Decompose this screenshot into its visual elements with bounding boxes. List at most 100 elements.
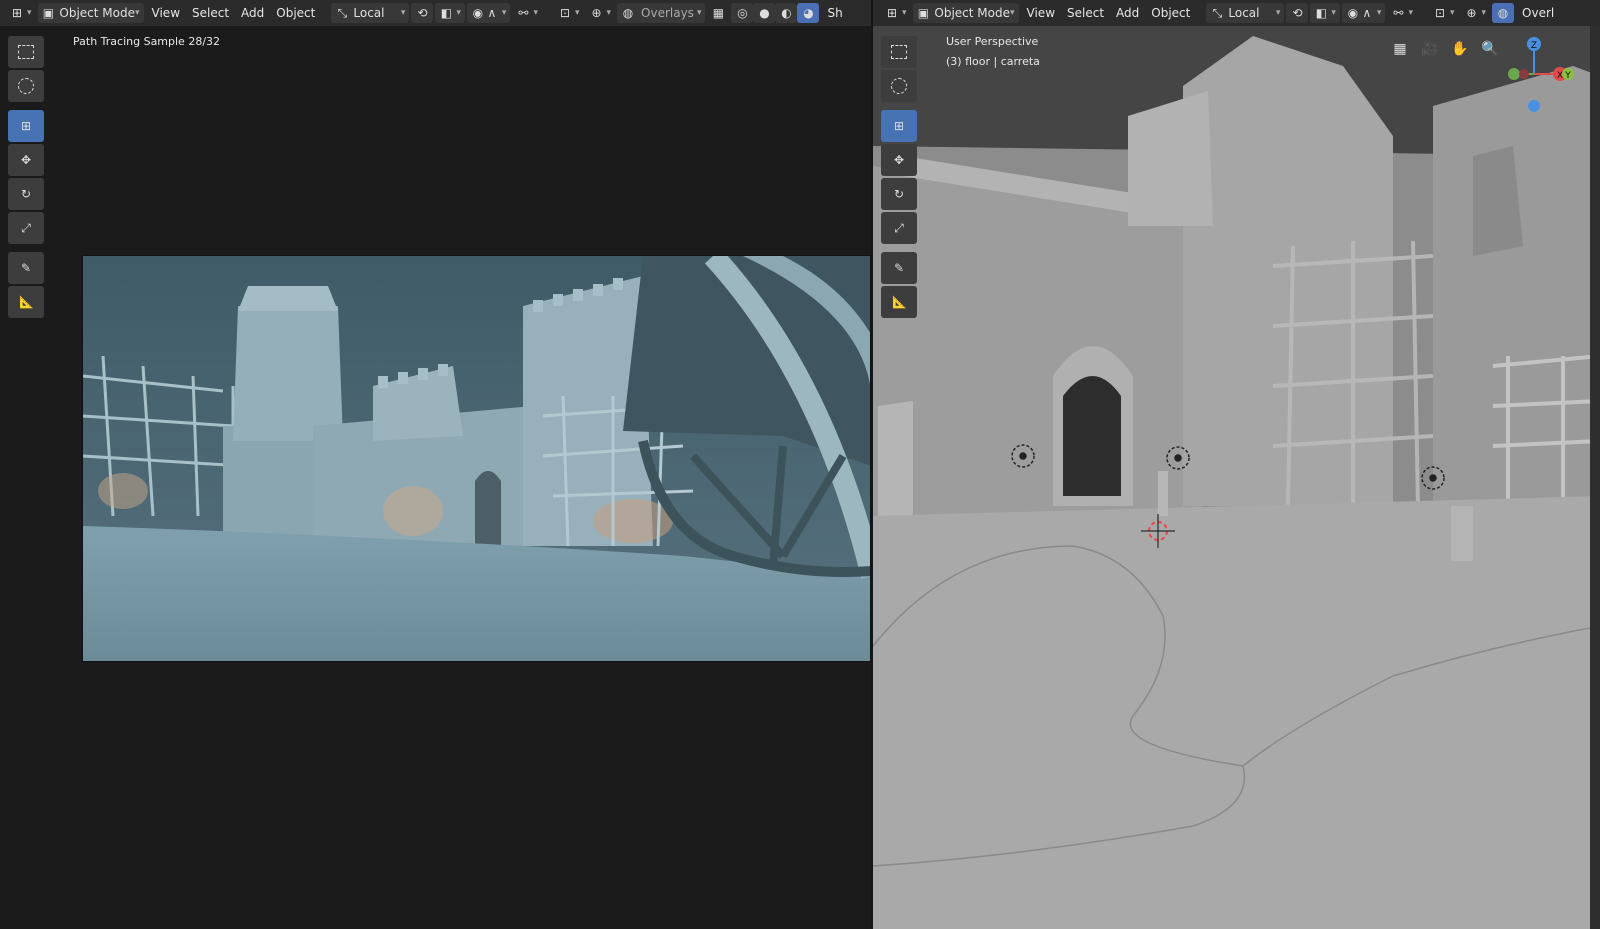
snap-button[interactable]: ◧ ▾ [1310, 3, 1340, 23]
pivot-button[interactable]: ⟲ [411, 3, 434, 23]
cursor-icon [18, 78, 34, 94]
gizmo-x-label: X [1557, 71, 1563, 81]
hand-icon: ✋ [1451, 41, 1469, 57]
xray-toggle[interactable]: ▦ [707, 3, 729, 23]
object-mode-icon: ▣ [42, 6, 55, 20]
gizmo-icon: ⊕ [1466, 6, 1477, 20]
gizmos-button[interactable]: ⊕ ▾ [586, 3, 616, 23]
tool-select-box[interactable] [881, 36, 917, 68]
camera-view-button[interactable]: 🎥 [1417, 36, 1443, 62]
gizmo-z-label: Z [1531, 41, 1537, 51]
transform-icon: ⊞ [893, 119, 905, 133]
visibility-icon: ⊡ [1434, 6, 1445, 20]
annotate-icon: ✎ [893, 261, 905, 275]
camera-icon: 🎥 [1421, 41, 1439, 57]
proportional-icon: ◉ [472, 6, 484, 20]
gizmo-icon: ⊕ [591, 6, 602, 20]
scale-icon: ⤢ [894, 221, 904, 235]
pivot-button[interactable]: ⟲ [1286, 3, 1309, 23]
rotate-icon: ↻ [20, 187, 32, 201]
tool-transform[interactable]: ⊞ [8, 110, 44, 142]
menu-object[interactable]: Object [270, 3, 321, 23]
shading-rendered-button[interactable]: ◕ [797, 3, 820, 23]
pan-view-button[interactable]: ✋ [1447, 36, 1473, 62]
object-types-button[interactable]: ⊡ ▾ [554, 3, 584, 23]
tool-transform[interactable]: ⊞ [881, 110, 917, 142]
transform-orientation-dropdown[interactable]: ⤡ Local ▾ [1206, 3, 1285, 23]
solid-scene [873, 26, 1600, 929]
zoom-icon: 🔍 [1481, 41, 1499, 57]
object-mode-icon: ▣ [917, 6, 930, 20]
snap-icon: ◧ [440, 6, 453, 20]
axis-gizmo-icon: Z X Y [1508, 37, 1574, 112]
menu-select[interactable]: Select [186, 3, 235, 23]
gizmo-options-button[interactable]: ⚯ ▾ [512, 3, 542, 23]
orientation-icon: ⤡ [337, 6, 348, 20]
navigation-gizmo[interactable]: Z X Y [1498, 34, 1578, 114]
editor-type-button[interactable]: ⊞ ▾ [6, 3, 36, 23]
tool-annotate[interactable]: ✎ [8, 252, 44, 284]
overlays-toggle[interactable]: ◍ Overlays ▾ [617, 3, 706, 23]
object-label: (3) floor | carreta [946, 55, 1040, 68]
toggle-perspective-button[interactable]: ▦ [1387, 36, 1413, 62]
viewport-icon: ⊞ [886, 6, 898, 20]
xray-icon: ▦ [712, 6, 725, 20]
tool-measure[interactable]: 📐 [8, 286, 44, 318]
tool-move[interactable]: ✥ [881, 144, 917, 176]
render-preview [82, 255, 871, 662]
tool-rotate[interactable]: ↻ [8, 178, 44, 210]
menu-add[interactable]: Add [1110, 3, 1145, 23]
tool-rotate[interactable]: ↻ [881, 178, 917, 210]
object-types-button[interactable]: ⊡ ▾ [1429, 3, 1459, 23]
falloff-icon: ∧ [1362, 6, 1372, 20]
tool-scale[interactable]: ⤢ [881, 212, 917, 244]
mode-dropdown[interactable]: ▣ Object Mode ▾ [37, 3, 144, 23]
solid-scene-drawing [873, 26, 1600, 929]
tool-cursor[interactable] [881, 70, 917, 102]
proportional-edit-button[interactable]: ◉ ∧ ▾ [466, 3, 511, 23]
editor-type-button[interactable]: ⊞ ▾ [881, 3, 911, 23]
tool-move[interactable]: ✥ [8, 144, 44, 176]
menu-object[interactable]: Object [1145, 3, 1196, 23]
link-icon: ⚯ [518, 6, 529, 20]
link-icon: ⚯ [1393, 6, 1404, 20]
grid-icon: ▦ [1393, 41, 1407, 57]
orientation-label: Local [353, 6, 385, 20]
mode-dropdown[interactable]: ▣ Object Mode ▾ [912, 3, 1019, 23]
right-viewport[interactable]: ⊞ ▾ ▣ Object Mode ▾ View Select Add Objec… [873, 0, 1600, 929]
tool-annotate[interactable]: ✎ [881, 252, 917, 284]
menu-view[interactable]: View [146, 3, 186, 23]
annotate-icon: ✎ [20, 261, 32, 275]
menu-select[interactable]: Select [1061, 3, 1110, 23]
overlays-toggle[interactable]: ◍ [1492, 3, 1515, 23]
gizmo-options-button[interactable]: ⚯ ▾ [1387, 3, 1417, 23]
snap-icon: ◧ [1315, 6, 1328, 20]
shading-popover[interactable]: Sh [821, 3, 848, 23]
tool-scale[interactable]: ⤢ [8, 212, 44, 244]
move-icon: ✥ [20, 153, 32, 167]
perspective-label: User Perspective [946, 35, 1039, 48]
right-sidebar-edge[interactable] [1590, 26, 1600, 929]
snap-button[interactable]: ◧ ▾ [435, 3, 465, 23]
menu-view[interactable]: View [1021, 3, 1061, 23]
visibility-icon: ⊡ [559, 6, 570, 20]
orientation-label: Local [1228, 6, 1260, 20]
move-icon: ✥ [893, 153, 905, 167]
cursor-icon [891, 78, 907, 94]
shading-material-button[interactable]: ◐ [775, 3, 798, 23]
rotate-icon: ↻ [893, 187, 905, 201]
gizmos-button[interactable]: ⊕ ▾ [1461, 3, 1491, 23]
shading-solid-button[interactable]: ● [753, 3, 776, 23]
tool-select-box[interactable] [8, 36, 44, 68]
tool-cursor[interactable] [8, 70, 44, 102]
right-viewport-header: ⊞ ▾ ▣ Object Mode ▾ View Select Add Objec… [873, 0, 1600, 26]
solid-shading-icon: ● [759, 6, 770, 20]
proportional-edit-button[interactable]: ◉ ∧ ▾ [1341, 3, 1386, 23]
left-toolbar: ⊞ ✥ ↻ ⤢ ✎ 📐 [8, 36, 46, 320]
overlays-popover[interactable]: Overl [1516, 3, 1560, 23]
menu-add[interactable]: Add [235, 3, 270, 23]
tool-measure[interactable]: 📐 [881, 286, 917, 318]
transform-orientation-dropdown[interactable]: ⤡ Local ▾ [331, 3, 410, 23]
left-viewport[interactable]: ⊞ ▾ ▣ Object Mode ▾ View Select Add Objec… [0, 0, 871, 929]
shading-wireframe-button[interactable]: ◎ [731, 3, 754, 23]
